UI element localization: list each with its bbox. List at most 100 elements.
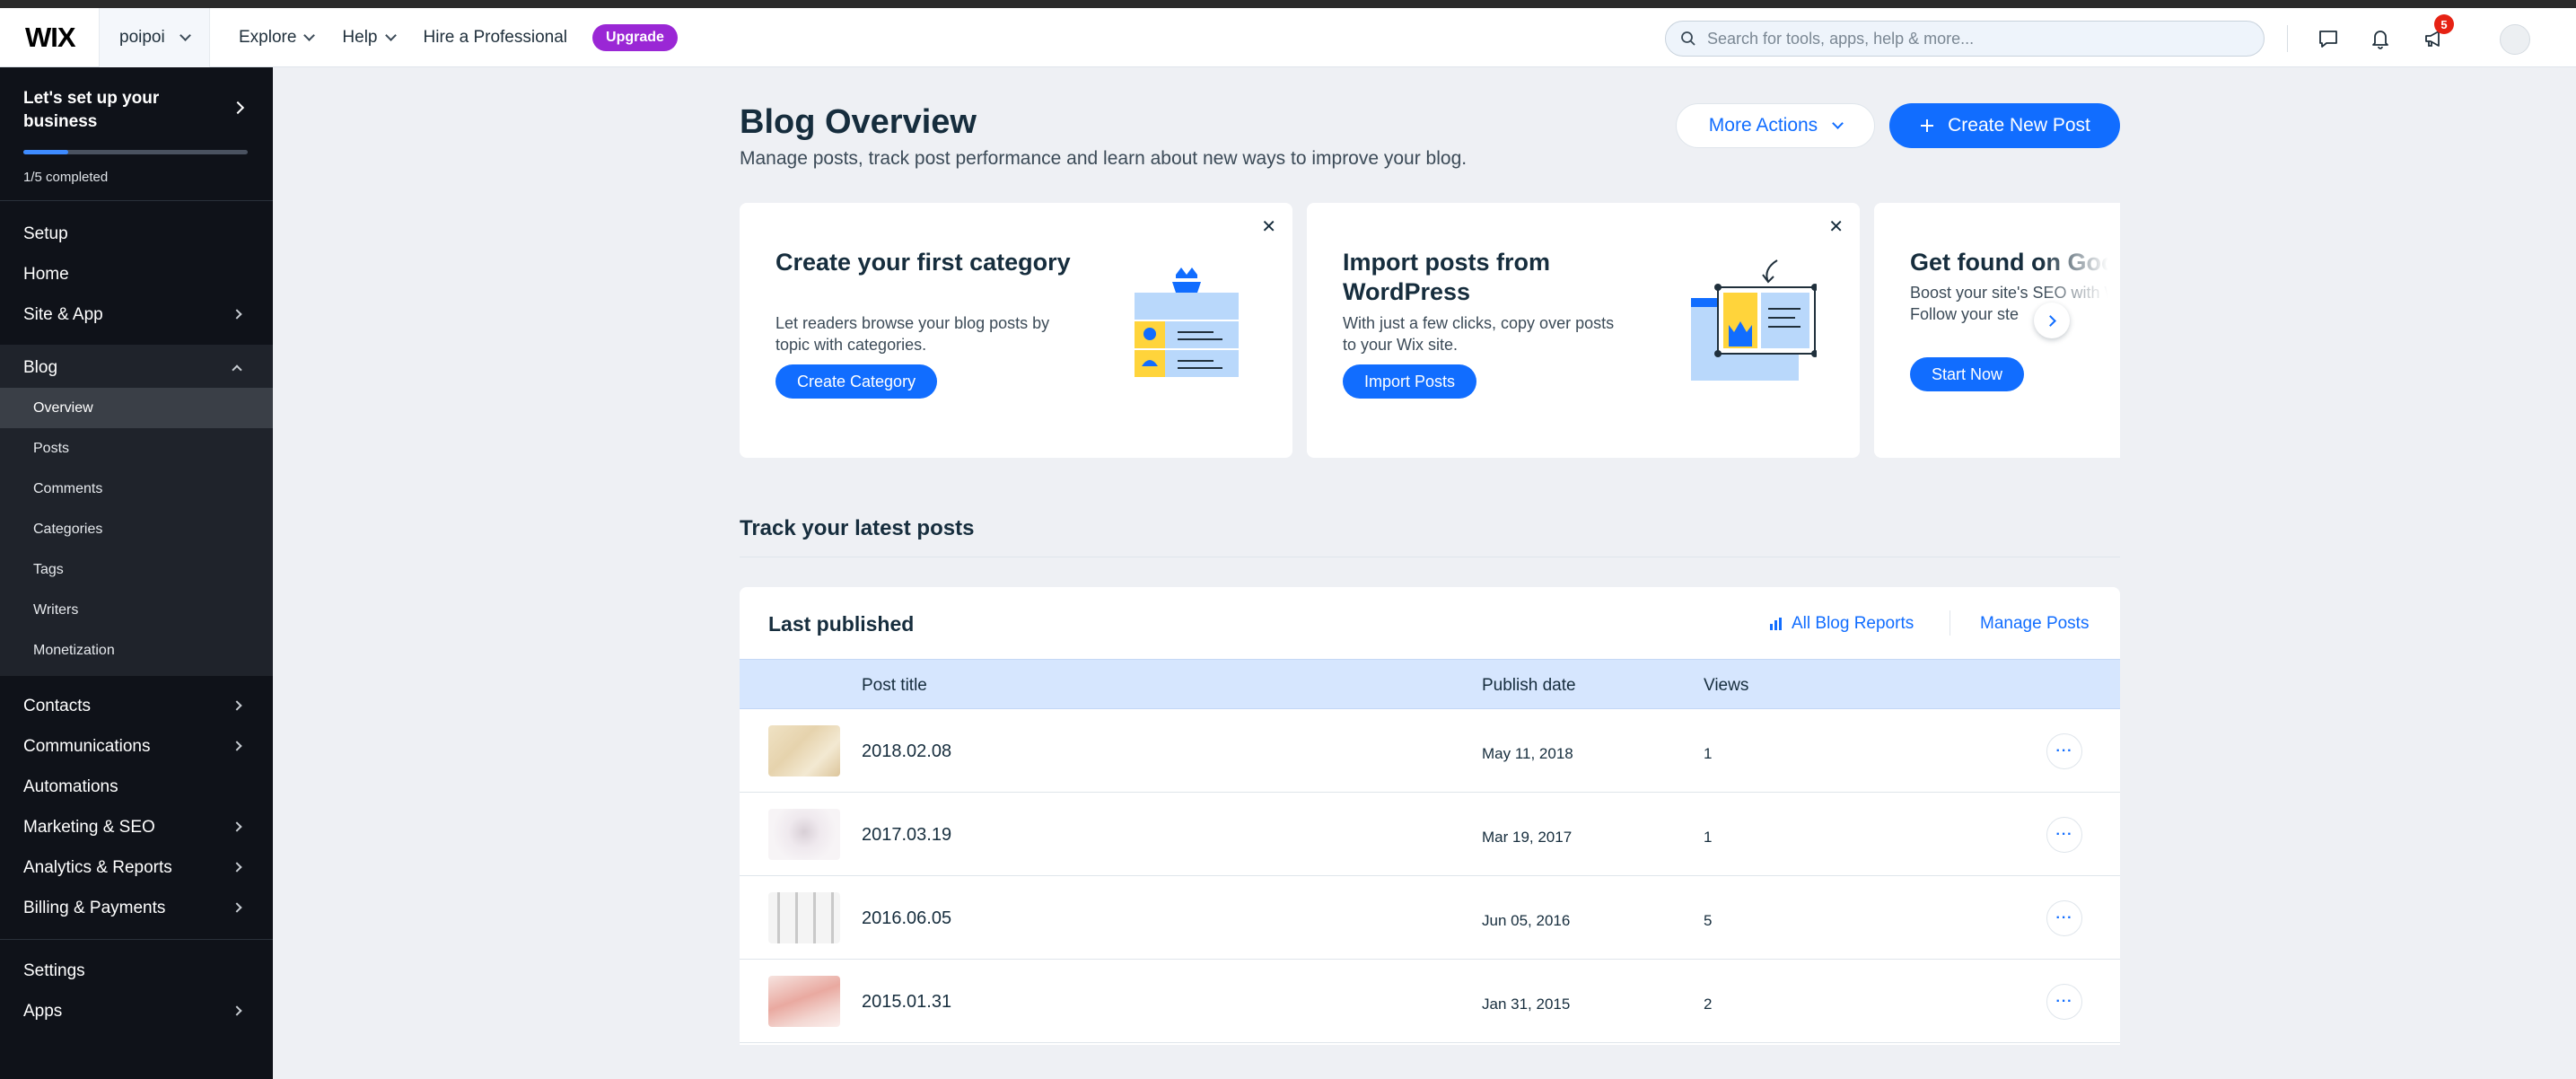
chevron-up-icon bbox=[232, 364, 242, 375]
chat-icon[interactable] bbox=[2317, 27, 2340, 50]
nav-hire-professional[interactable]: Hire a Professional bbox=[424, 28, 568, 48]
page-subtitle: Manage posts, track post performance and… bbox=[740, 148, 1468, 169]
sidebar-item-label: Apps bbox=[23, 1001, 63, 1021]
card-create-category: ✕ Create your first category Let readers… bbox=[740, 203, 1292, 458]
manage-posts-link[interactable]: Manage Posts bbox=[1980, 614, 2089, 634]
post-date: Mar 19, 2017 bbox=[1482, 829, 1573, 846]
table-row[interactable]: 2015.01.31 Jan 31, 2015 2 ··· bbox=[740, 960, 2120, 1043]
post-thumbnail bbox=[768, 976, 840, 1027]
sidebar-subitem-monetization[interactable]: Monetization bbox=[0, 630, 273, 671]
carousel-next-button[interactable] bbox=[2034, 303, 2070, 338]
post-views: 2 bbox=[1704, 996, 1713, 1013]
sidebar-subitem-overview[interactable]: Overview bbox=[0, 388, 273, 428]
import-posts-button[interactable]: Import Posts bbox=[1343, 364, 1477, 399]
sidebar-item-label: Home bbox=[23, 264, 69, 284]
chevron-down-icon bbox=[303, 29, 316, 41]
nav-help[interactable]: Help bbox=[342, 27, 397, 48]
sidebar-item-site-app[interactable]: Site & App bbox=[0, 294, 273, 335]
sidebar-subitem-tags[interactable]: Tags bbox=[0, 549, 273, 590]
card-text: With just a few clicks, copy over posts … bbox=[1343, 314, 1615, 354]
chevron-right-icon bbox=[2045, 314, 2056, 327]
card-import-wordpress: ✕ Import posts from WordPress With just … bbox=[1307, 203, 1860, 458]
top-header: WIX poipoi Explore Help Hire a Professio… bbox=[0, 7, 2576, 67]
close-icon[interactable]: ✕ bbox=[1261, 215, 1276, 238]
sidebar-item-blog[interactable]: Blog bbox=[0, 347, 273, 388]
post-thumbnail bbox=[768, 809, 840, 860]
chevron-right-icon bbox=[232, 862, 242, 873]
post-views: 1 bbox=[1704, 745, 1713, 762]
search-input[interactable] bbox=[1707, 29, 2246, 48]
nav-explore[interactable]: Explore bbox=[239, 27, 316, 48]
chevron-right-icon bbox=[232, 741, 242, 751]
column-header-publish-date[interactable]: Publish date bbox=[1482, 676, 1576, 696]
setup-progress-bar bbox=[23, 150, 248, 154]
sidebar-subitem-writers[interactable]: Writers bbox=[0, 590, 273, 630]
sidebar-item-marketing-seo[interactable]: Marketing & SEO bbox=[0, 807, 273, 847]
header-divider bbox=[2287, 25, 2288, 52]
sidebar-item-settings[interactable]: Settings bbox=[0, 951, 273, 991]
all-blog-reports-link[interactable]: All Blog Reports bbox=[1768, 614, 1914, 634]
chevron-right-icon bbox=[232, 1005, 242, 1016]
bell-icon[interactable] bbox=[2369, 27, 2392, 50]
create-new-post-button[interactable]: Create New Post bbox=[1889, 103, 2120, 148]
setup-progress-card[interactable]: Let's set up your business 1/5 completed bbox=[0, 67, 273, 201]
setup-progress-text: 1/5 completed bbox=[23, 170, 109, 185]
more-options-button[interactable]: ··· bbox=[2046, 900, 2082, 936]
search-bar[interactable] bbox=[1665, 21, 2265, 57]
chevron-down-icon bbox=[1832, 118, 1844, 129]
more-options-button[interactable]: ··· bbox=[2046, 984, 2082, 1020]
sidebar-item-analytics-reports[interactable]: Analytics & Reports bbox=[0, 847, 273, 888]
table-row[interactable]: 2017.03.19 Mar 19, 2017 1 ··· bbox=[740, 793, 2120, 876]
create-category-button[interactable]: Create Category bbox=[775, 364, 938, 399]
post-title: 2015.01.31 bbox=[862, 992, 952, 1012]
chevron-down-icon bbox=[384, 29, 397, 41]
sidebar-subitem-categories[interactable]: Categories bbox=[0, 509, 273, 549]
table-row[interactable]: 2018.02.08 May 11, 2018 1 ··· bbox=[740, 709, 2120, 793]
column-header-post-title[interactable]: Post title bbox=[862, 676, 927, 696]
wix-logo[interactable]: WIX bbox=[0, 22, 99, 54]
site-selector[interactable]: poipoi bbox=[99, 7, 210, 67]
post-date: Jun 05, 2016 bbox=[1482, 912, 1571, 929]
search-icon bbox=[1681, 31, 1695, 46]
sidebar-item-home[interactable]: Home bbox=[0, 254, 273, 294]
card-text: Let readers browse your blog posts by to… bbox=[775, 314, 1050, 354]
table-row[interactable]: 2016.06.05 Jun 05, 2016 5 ··· bbox=[740, 876, 2120, 960]
more-actions-button[interactable]: More Actions bbox=[1676, 103, 1875, 148]
upgrade-button[interactable]: Upgrade bbox=[592, 23, 678, 51]
nav-explore-label: Explore bbox=[239, 27, 297, 47]
chevron-right-icon bbox=[231, 101, 245, 115]
start-now-button[interactable]: Start Now bbox=[1910, 357, 2025, 391]
chevron-right-icon bbox=[232, 821, 242, 832]
all-blog-reports-label: All Blog Reports bbox=[1792, 614, 1914, 633]
sidebar-item-contacts[interactable]: Contacts bbox=[0, 686, 273, 726]
avatar[interactable] bbox=[2500, 24, 2530, 55]
sidebar-item-billing-payments[interactable]: Billing & Payments bbox=[0, 888, 273, 928]
sidebar-blog-group: Blog Overview Posts Comments Categories … bbox=[0, 345, 273, 676]
sidebar-item-label: Marketing & SEO bbox=[23, 817, 155, 837]
window-top-strip bbox=[0, 0, 2576, 8]
sidebar-item-setup[interactable]: Setup bbox=[0, 214, 273, 254]
column-header-views[interactable]: Views bbox=[1704, 676, 1748, 696]
sidebar-item-communications[interactable]: Communications bbox=[0, 726, 273, 767]
more-options-button[interactable]: ··· bbox=[2046, 733, 2082, 769]
chevron-right-icon bbox=[232, 309, 242, 320]
post-date: Jan 31, 2015 bbox=[1482, 996, 1571, 1013]
nav-help-label: Help bbox=[342, 27, 378, 47]
chevron-right-icon bbox=[232, 700, 242, 711]
more-options-button[interactable]: ··· bbox=[2046, 817, 2082, 853]
import-illustration-icon bbox=[1691, 259, 1817, 381]
sidebar-subitem-comments[interactable]: Comments bbox=[0, 469, 273, 509]
table-title: Last published bbox=[768, 612, 915, 636]
post-title: 2018.02.08 bbox=[862, 741, 952, 761]
close-icon[interactable]: ✕ bbox=[1828, 215, 1844, 238]
sidebar-item-label: Communications bbox=[23, 736, 151, 756]
bar-chart-icon bbox=[1770, 618, 1782, 630]
plus-icon bbox=[1921, 119, 1934, 132]
sidebar-item-apps[interactable]: Apps bbox=[0, 991, 273, 1031]
sidebar-item-label: Settings bbox=[23, 961, 85, 980]
sidebar-subitem-posts[interactable]: Posts bbox=[0, 428, 273, 469]
post-title: 2016.06.05 bbox=[862, 908, 952, 928]
post-date: May 11, 2018 bbox=[1482, 745, 1573, 762]
sidebar-item-automations[interactable]: Automations bbox=[0, 767, 273, 807]
page-title: Blog Overview bbox=[740, 103, 977, 141]
